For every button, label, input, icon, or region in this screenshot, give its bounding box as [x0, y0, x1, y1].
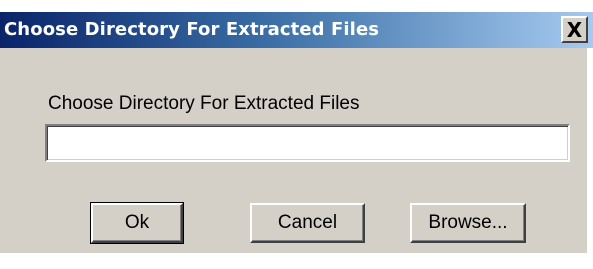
- directory-prompt-label: Choose Directory For Extracted Files: [48, 93, 360, 114]
- browse-button[interactable]: Browse...: [410, 203, 526, 243]
- close-button[interactable]: X: [561, 16, 588, 43]
- window-edge: [587, 48, 593, 253]
- ok-button[interactable]: Ok: [90, 202, 184, 244]
- title-bar[interactable]: Choose Directory For Extracted Files X: [0, 12, 593, 48]
- close-icon: X: [566, 17, 583, 42]
- dialog-window: Choose Directory For Extracted Files X C…: [0, 0, 593, 269]
- window-title: Choose Directory For Extracted Files: [4, 19, 380, 40]
- window-bottom-edge: [0, 253, 593, 269]
- cancel-button[interactable]: Cancel: [250, 203, 365, 243]
- directory-input[interactable]: [45, 124, 570, 162]
